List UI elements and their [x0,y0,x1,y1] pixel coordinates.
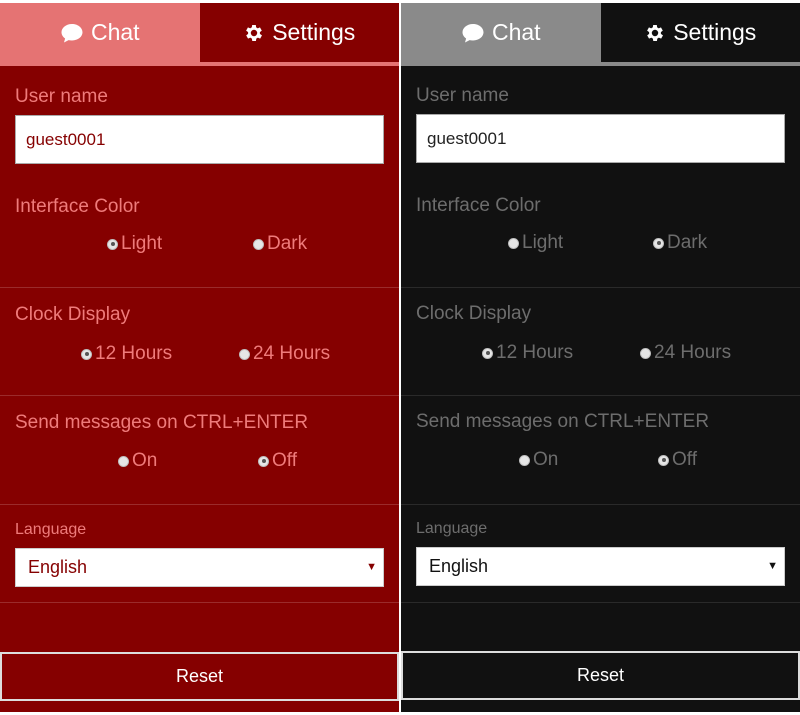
tab-chat[interactable]: Chat [401,3,601,62]
language-section: Language English ▼ [0,505,399,603]
send-on-radio[interactable]: On [519,449,558,471]
gear-icon [243,22,265,44]
radio-dot-checked [658,454,669,466]
language-selected-value: English [429,556,489,576]
send-off-label: Off [272,450,297,471]
chat-bubble-icon [60,22,84,44]
radio-dot [118,455,129,467]
gear-icon [644,22,666,44]
chat-widget-red-theme: Chat Settings User name Interface Color … [0,3,399,712]
clock-display-label: Clock Display [416,303,532,324]
clock-24-hours-radio[interactable]: 24 Hours [640,342,731,364]
settings-body: User name Interface Color Light Dark Clo… [0,66,399,712]
interface-color-section: Interface Color Light Dark [401,179,800,288]
radio-dot-checked [653,237,664,249]
send-on-ctrl-enter-label: Send messages on CTRL+ENTER [15,412,309,433]
language-label: Language [416,520,488,537]
interface-color-label: Interface Color [416,195,541,216]
send-on-ctrl-enter-options: On Off [0,450,399,480]
send-off-label: Off [672,449,697,470]
clock-12-hours-radio[interactable]: 12 Hours [81,343,172,365]
section-divider [0,602,399,603]
tab-chat[interactable]: Chat [0,3,200,62]
clock-24-hours-radio[interactable]: 24 Hours [239,343,330,365]
username-input[interactable] [416,114,785,163]
send-on-ctrl-enter-section: Send messages on CTRL+ENTER On Off [401,396,800,505]
radio-dot-checked [81,348,92,360]
radio-dot [640,347,651,359]
username-input[interactable] [15,115,384,164]
clock-12-hours-label: 12 Hours [496,342,574,363]
send-on-ctrl-enter-label: Send messages on CTRL+ENTER [416,411,710,432]
interface-color-dark-label: Dark [667,232,708,253]
radio-dot [519,454,530,466]
section-divider [401,602,800,603]
clock-12-hours-label: 12 Hours [95,343,173,364]
radio-dot-checked [482,347,493,359]
clock-display-section: Clock Display 12 Hours 24 Hours [0,288,399,396]
tab-settings-label: Settings [272,19,356,45]
interface-color-label: Interface Color [15,196,140,217]
interface-color-dark-radio[interactable]: Dark [253,233,307,255]
language-section: Language English ▼ [401,505,800,603]
tab-bar: Chat Settings [0,3,399,62]
interface-color-section: Interface Color Light Dark [0,179,399,288]
interface-color-light-radio[interactable]: Light [508,232,563,254]
send-on-ctrl-enter-section: Send messages on CTRL+ENTER On Off [0,396,399,505]
clock-24-hours-label: 24 Hours [654,342,732,363]
clock-display-options: 12 Hours 24 Hours [0,343,399,373]
username-section: User name [0,66,399,179]
interface-color-options: Light Dark [0,233,399,263]
dropdown-arrow-icon: ▼ [366,561,377,573]
language-select[interactable]: English ▼ [15,548,384,587]
interface-color-light-label: Light [121,233,163,254]
send-on-ctrl-enter-options: On Off [401,449,800,479]
clock-12-hours-radio[interactable]: 12 Hours [482,342,573,364]
interface-color-light-radio[interactable]: Light [107,233,162,255]
tab-chat-label: Chat [90,19,140,45]
reset-button[interactable]: Reset [0,652,399,701]
tab-settings[interactable]: Settings [199,3,399,62]
interface-color-dark-label: Dark [267,233,308,254]
username-section: User name [401,66,800,179]
clock-display-options: 12 Hours 24 Hours [401,342,800,372]
radio-dot [508,237,519,249]
radio-dot-checked [107,238,118,250]
send-on-label: On [132,450,158,471]
language-label: Language [15,521,87,538]
reset-button[interactable]: Reset [401,651,800,700]
interface-color-dark-radio[interactable]: Dark [653,232,707,254]
send-on-label: On [533,449,559,470]
send-off-radio[interactable]: Off [258,450,297,472]
radio-dot-checked [258,455,269,467]
chat-bubble-icon [461,22,485,44]
username-label: User name [15,86,108,107]
settings-body: User name Interface Color Light Dark Clo… [401,66,800,712]
chat-widget-dark-theme: Chat Settings User name Interface Color … [401,3,800,712]
language-selected-value: English [28,557,88,577]
language-select[interactable]: English ▼ [416,547,785,586]
send-on-radio[interactable]: On [118,450,157,472]
radio-dot [239,348,250,360]
radio-dot [253,238,264,250]
send-off-radio[interactable]: Off [658,449,697,471]
clock-display-label: Clock Display [15,304,131,325]
tab-settings-label: Settings [673,19,757,45]
clock-24-hours-label: 24 Hours [253,343,331,364]
interface-color-light-label: Light [522,232,564,253]
clock-display-section: Clock Display 12 Hours 24 Hours [401,288,800,396]
tab-chat-label: Chat [491,19,541,45]
username-label: User name [416,85,509,106]
tab-bar: Chat Settings [401,3,800,62]
dropdown-arrow-icon: ▼ [767,560,778,572]
tab-settings[interactable]: Settings [600,3,800,62]
interface-color-options: Light Dark [401,232,800,262]
